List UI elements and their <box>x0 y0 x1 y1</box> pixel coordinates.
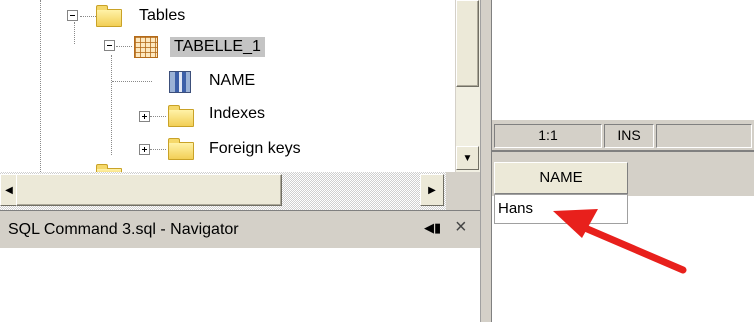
expand-foreign-keys-toggle[interactable] <box>139 144 150 155</box>
tree-line <box>74 22 75 44</box>
tree-line <box>150 116 166 117</box>
tree-item-name-column[interactable]: NAME <box>209 71 255 91</box>
navigator-title: SQL Command 3.sql - Navigator <box>8 221 239 238</box>
editor-status-bar: 1:1 INS <box>492 120 754 150</box>
expand-indexes-toggle[interactable] <box>139 111 150 122</box>
folder-icon <box>168 138 194 160</box>
folder-icon <box>96 5 122 27</box>
object-tree: Tables TABELLE_1 NAME Indexes Foreign ke… <box>0 0 455 172</box>
status-cell-empty <box>656 124 752 148</box>
collapse-tables-toggle[interactable] <box>67 10 78 21</box>
navigator-body <box>0 248 480 322</box>
tree-item-tabelle-1[interactable]: TABELLE_1 <box>170 37 265 57</box>
tree-item-foreign-keys[interactable]: Foreign keys <box>209 139 301 159</box>
tree-vertical-scrollbar[interactable]: ▼ <box>455 0 481 172</box>
navigator-header: SQL Command 3.sql - Navigator ◀▮ × <box>0 210 480 248</box>
close-icon[interactable]: × <box>455 217 467 237</box>
pin-icon[interactable]: ◀▮ <box>424 220 441 236</box>
cursor-position: 1:1 <box>494 124 602 148</box>
horizontal-scroll-thumb[interactable] <box>16 174 282 206</box>
tree-line <box>80 16 96 17</box>
result-grid: NAME Hans <box>492 150 754 322</box>
collapse-tabelle-toggle[interactable] <box>104 40 115 51</box>
tree-line <box>116 46 132 47</box>
scroll-down-button[interactable]: ▼ <box>456 146 479 170</box>
grid-cell[interactable]: Hans <box>494 194 628 224</box>
tree-item-tables[interactable]: Tables <box>139 6 185 26</box>
scroll-right-button[interactable]: ▶ <box>420 174 444 206</box>
scroll-corner <box>446 172 480 210</box>
insert-mode: INS <box>604 124 654 148</box>
tree-line <box>150 149 166 150</box>
column-header-name[interactable]: NAME <box>494 162 628 194</box>
tree-line <box>40 0 41 172</box>
table-icon <box>134 36 158 58</box>
tree-item-indexes[interactable]: Indexes <box>209 104 265 124</box>
folder-icon <box>168 105 194 127</box>
tree-line <box>111 55 112 155</box>
tree-horizontal-scrollbar[interactable]: ◀ ▶ <box>0 172 480 210</box>
sql-editor-area[interactable] <box>492 0 754 120</box>
pane-splitter[interactable] <box>480 0 492 322</box>
column-icon <box>169 71 191 93</box>
tree-scroll-thumb[interactable] <box>456 0 479 87</box>
tree-line <box>112 81 152 82</box>
